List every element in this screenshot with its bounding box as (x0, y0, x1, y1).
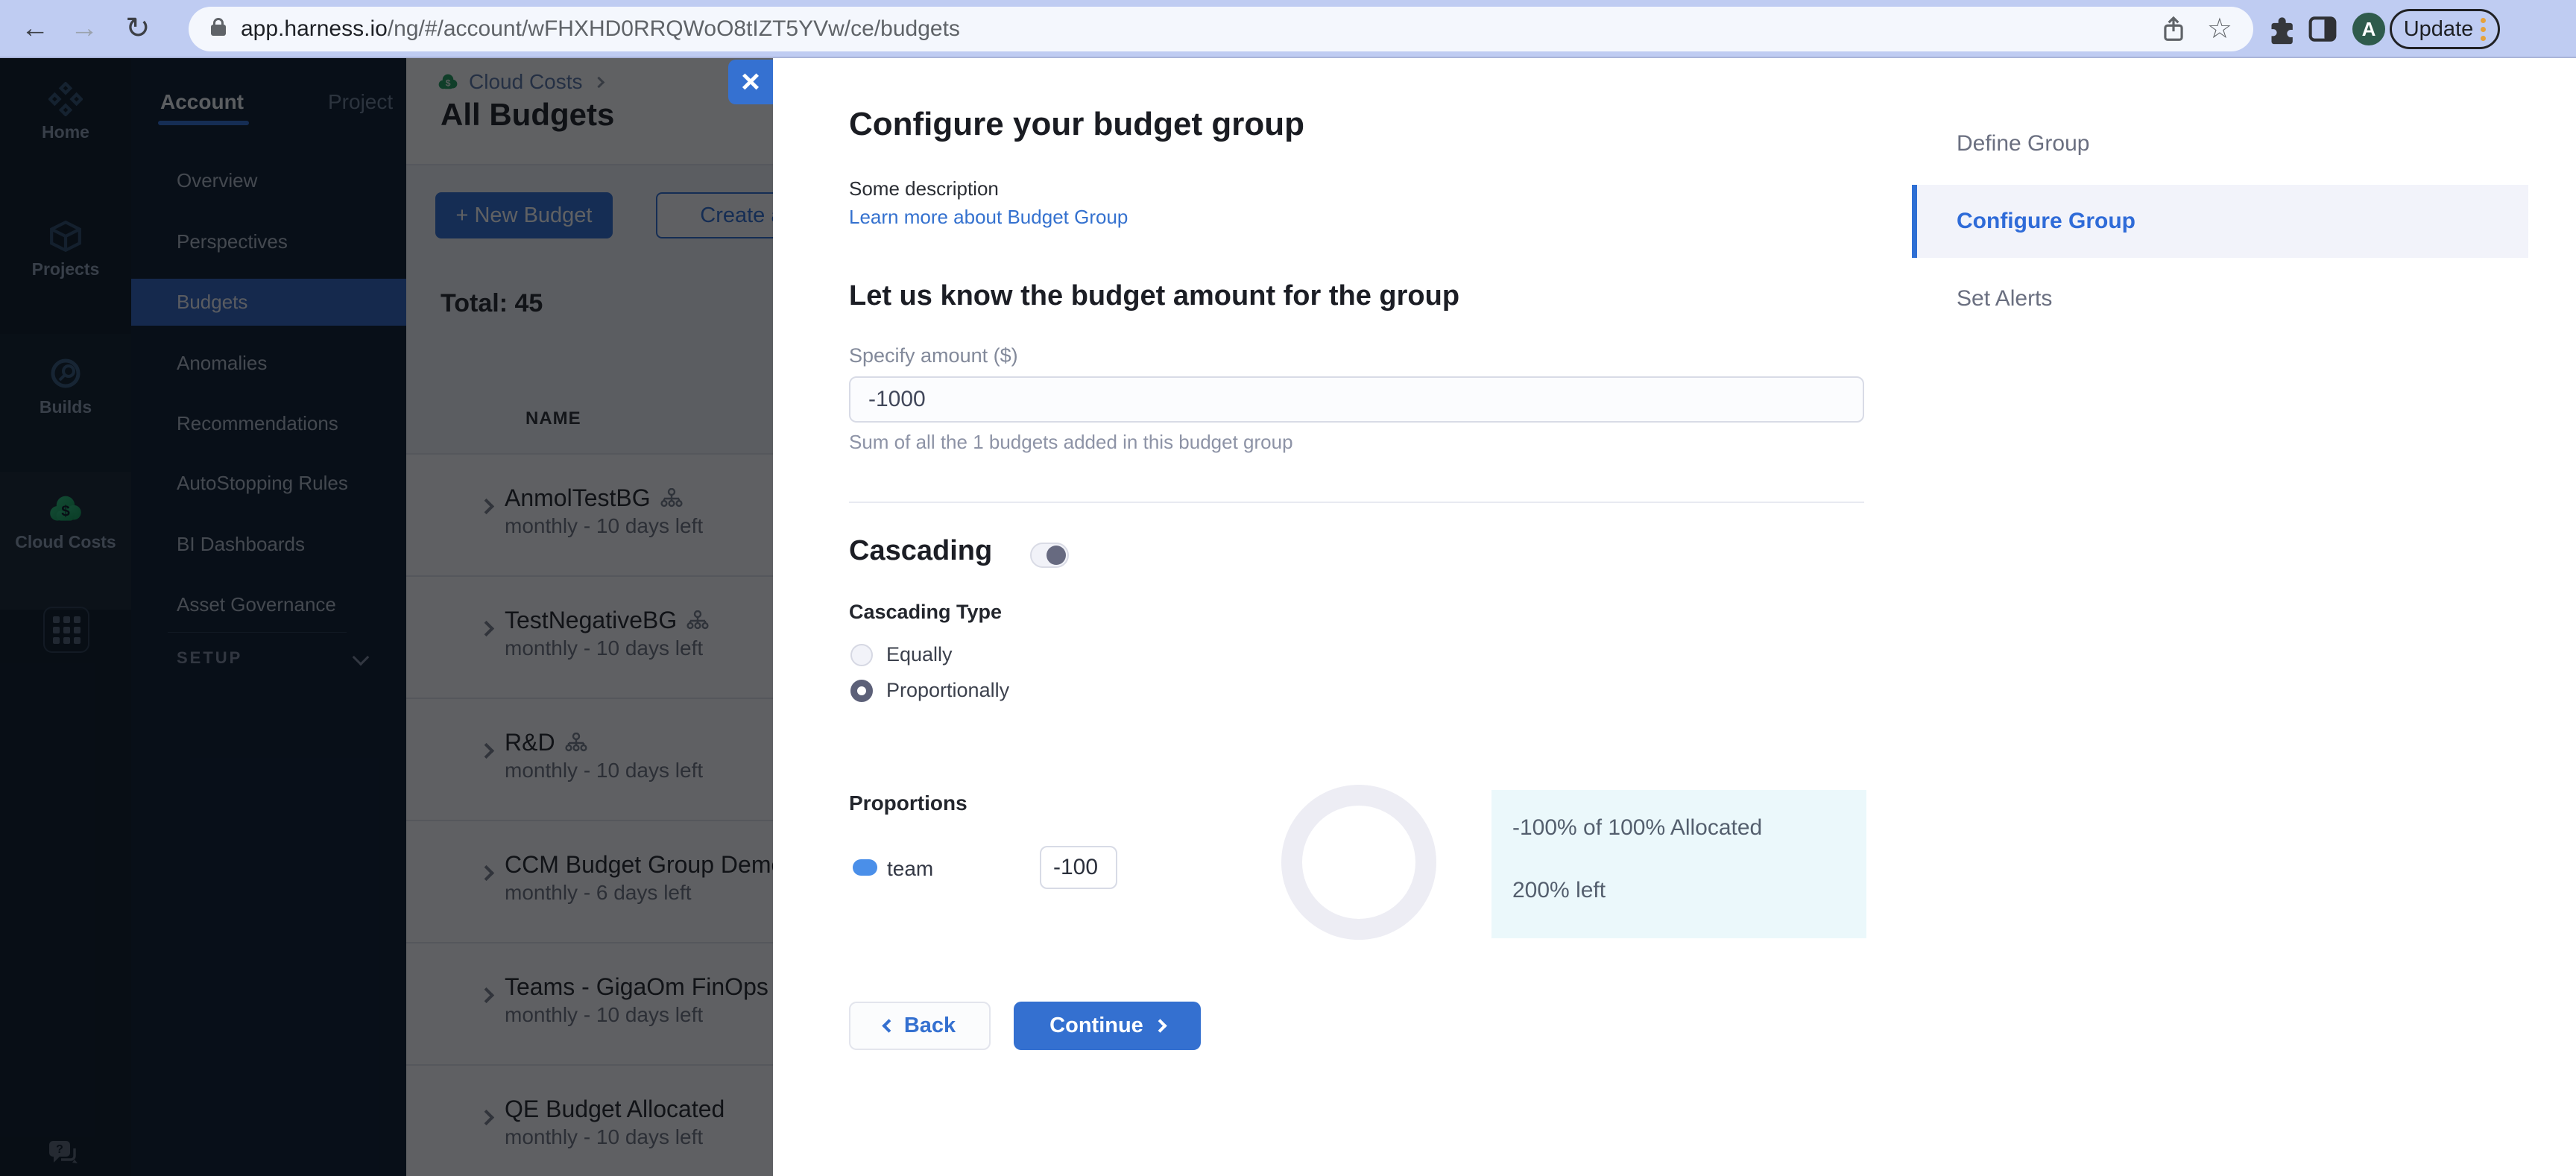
side-panel-icon[interactable] (2308, 16, 2337, 42)
update-label: Update (2403, 16, 2474, 41)
configure-budget-group-modal: × Configure your budget group Some descr… (728, 58, 2576, 1176)
modal-title: Configure your budget group (849, 106, 1305, 142)
url-domain: app.harness.io (241, 16, 388, 41)
radio-label: Equally (886, 643, 953, 666)
cascading-toggle[interactable] (1030, 543, 1069, 568)
learn-more-link[interactable]: Learn more about Budget Group (849, 206, 1128, 229)
section-divider (849, 502, 1864, 503)
menu-dots-icon (2481, 17, 2487, 41)
extensions-puzzle-icon[interactable] (2266, 15, 2296, 45)
browser-forward-icon[interactable]: → (70, 10, 98, 46)
profile-avatar[interactable]: A (2352, 13, 2385, 45)
lock-icon (211, 18, 226, 36)
cascading-type-label: Cascading Type (849, 601, 1003, 623)
update-button[interactable]: Update (2390, 9, 2500, 49)
browser-chrome: ← → ↻ app.harness.io/ng/#/account/wFHXHD… (0, 0, 2576, 58)
chevron-left-icon (882, 1019, 896, 1033)
share-icon[interactable] (2159, 15, 2188, 43)
allocated-text: -100% of 100% Allocated (1512, 815, 1763, 840)
chevron-right-icon (1153, 1019, 1167, 1033)
step-define-group[interactable]: Define Group (1957, 131, 2089, 157)
allocation-info-box: -100% of 100% Allocated 200% left (1491, 790, 1866, 938)
url-text[interactable]: app.harness.io/ng/#/account/wFHXHD0RRQWo… (241, 17, 960, 41)
cascading-heading: Cascading (849, 535, 993, 566)
step-set-alerts[interactable]: Set Alerts (1957, 286, 2052, 312)
browser-refresh-icon[interactable]: ↻ (125, 10, 151, 46)
close-icon: × (741, 63, 760, 100)
proportion-input[interactable] (1040, 846, 1117, 889)
radio-icon-selected[interactable] (850, 679, 873, 702)
allocation-donut-chart (1281, 785, 1436, 940)
back-button[interactable]: Back (849, 1002, 991, 1050)
continue-label: Continue (1049, 1014, 1143, 1037)
back-label: Back (903, 1014, 956, 1037)
radio-proportionally[interactable]: Proportionally (850, 679, 1009, 702)
modal-backdrop[interactable] (0, 58, 773, 1176)
proportion-entry-name: team (887, 857, 934, 880)
url-path: /ng/#/account/wFHXHD0RRQWoO8tIZT5YVw/ce/… (387, 16, 960, 41)
radio-label: Proportionally (886, 679, 1010, 701)
amount-field-label: Specify amount ($) (849, 344, 1018, 367)
modal-description: Some description (849, 177, 999, 200)
continue-button[interactable]: Continue (1014, 1002, 1201, 1050)
bookmark-star-icon[interactable]: ☆ (2207, 15, 2232, 43)
radio-equally[interactable]: Equally (850, 643, 953, 666)
amount-input[interactable] (849, 376, 1864, 423)
close-button[interactable]: × (728, 60, 773, 104)
amount-helper-text: Sum of all the 1 budgets added in this b… (849, 431, 1293, 453)
team-color-swatch (853, 859, 877, 876)
screen: ← → ↻ app.harness.io/ng/#/account/wFHXHD… (0, 0, 2576, 1176)
amount-section-heading: Let us know the budget amount for the gr… (849, 280, 1460, 312)
step-configure-group[interactable]: Configure Group (1912, 185, 2528, 258)
left-text: 200% left (1512, 878, 1606, 902)
radio-icon[interactable] (850, 643, 873, 666)
address-bar[interactable]: app.harness.io/ng/#/account/wFHXHD0RRQWo… (189, 7, 2253, 51)
proportions-label: Proportions (849, 791, 967, 815)
active-step-label: Configure Group (1957, 209, 2135, 233)
browser-back-icon[interactable]: ← (21, 10, 49, 46)
toggle-knob (1046, 546, 1066, 565)
